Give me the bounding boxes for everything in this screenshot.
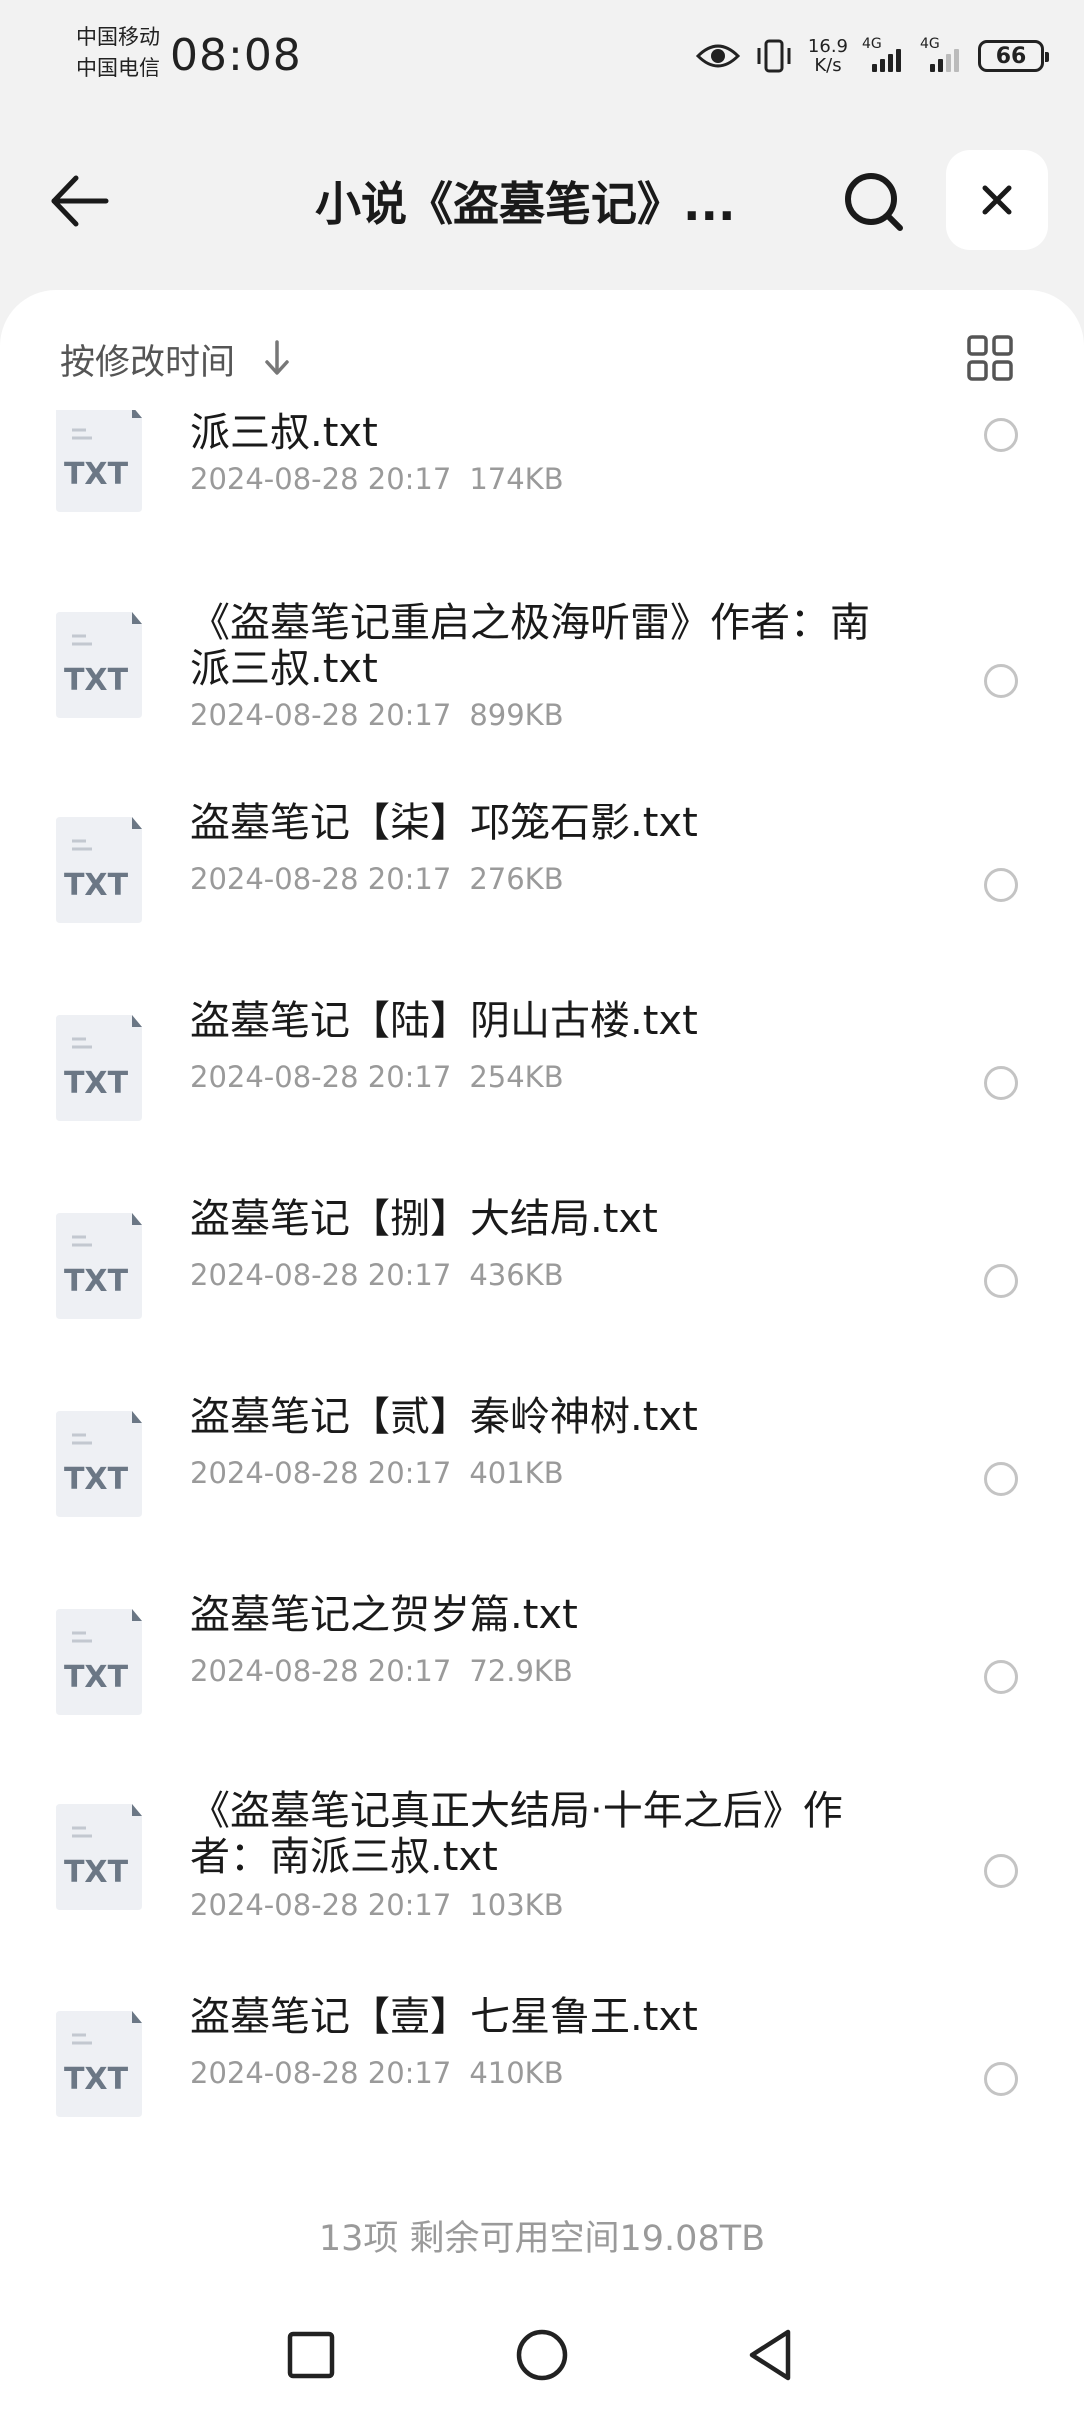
signal-sim1-icon: 4G [862,36,906,72]
carrier-2: 中国电信 [76,56,160,80]
carrier-1: 中国移动 [76,25,160,49]
back-nav-icon[interactable] [740,2324,802,2386]
txt-file-icon: TXT [52,410,144,514]
file-meta: 2024-08-28 20:17 899KB [190,698,564,732]
txt-file-icon: TXT [52,1211,144,1321]
file-date: 2024-08-28 20:17 [190,1654,452,1688]
file-date: 2024-08-28 20:17 [190,862,452,896]
file-meta: 2024-08-28 20:17 276KB [190,862,564,896]
recent-apps-icon[interactable] [280,2324,342,2386]
clock: 08:08 [170,30,302,81]
txt-file-icon: TXT [52,1607,144,1717]
file-name: 盗墓笔记【贰】秦岭神树.txt [190,1394,698,1440]
svg-text:TXT: TXT [64,1660,129,1695]
sort-option[interactable]: 按修改时间 [60,334,235,385]
file-name: 《盗墓笔记重启之极海听雷》作者：南派三叔.txt [190,600,870,692]
txt-file-icon: TXT [52,610,144,720]
file-meta: 2024-08-28 20:17 410KB [190,2056,564,2090]
file-date: 2024-08-28 20:17 [190,1456,452,1490]
file-meta: 2024-08-28 20:17 401KB [190,1456,564,1490]
vibrate-icon [757,39,791,73]
header: 小说《盗墓笔记》... [0,140,1084,260]
select-radio[interactable] [984,1264,1018,1298]
file-size: 174KB [469,462,564,496]
file-meta: 2024-08-28 20:17 254KB [190,1060,564,1094]
network-speed-unit: K/s [814,55,842,76]
close-icon [982,185,1012,215]
file-meta: 2024-08-28 20:17 103KB [190,1888,564,1922]
sort-bar: 按修改时间 [0,290,1084,420]
select-radio[interactable] [984,1066,1018,1100]
sim2-network-type: 4G [920,36,940,52]
battery-level: 66 [995,43,1027,69]
network-speed-value: 16.9 [807,36,848,57]
file-size: 401KB [469,1456,564,1490]
file-date: 2024-08-28 20:17 [190,1258,452,1292]
back-button[interactable] [44,166,114,236]
svg-text:TXT: TXT [64,1264,129,1299]
svg-text:TXT: TXT [64,1855,129,1890]
file-name: 盗墓笔记【柒】邛笼石影.txt [190,800,698,846]
search-icon [845,173,903,231]
page-title: 小说《盗墓笔记》... [315,177,736,231]
txt-file-icon: TXT [52,1013,144,1123]
file-meta: 2024-08-28 20:17 174KB [190,462,564,496]
txt-file-icon: TXT [52,815,144,925]
file-list-card: 按修改时间 TXT 派三叔.txt 2024-08-28 20:17 174KB TXT… [0,290,1084,2412]
signal-sim2-icon: 4G [920,36,964,72]
battery-icon: 66 [978,40,1049,72]
storage-summary: 13项 剩余可用空间19.08TB [318,2219,766,2259]
close-button[interactable] [946,150,1048,250]
sim1-network-type: 4G [862,36,882,52]
file-name: 盗墓笔记之贺岁篇.txt [190,1592,578,1638]
file-size: 276KB [469,862,564,896]
select-radio[interactable] [984,1660,1018,1694]
carrier-info: 中国移动 中国电信 [76,22,160,84]
file-size: 899KB [469,698,564,732]
file-meta: 2024-08-28 20:17 436KB [190,1258,564,1292]
grid-view-icon[interactable] [966,334,1014,382]
eye-icon [695,44,740,68]
txt-file-icon: TXT [52,1802,144,1912]
select-radio[interactable] [984,1462,1018,1496]
arrow-left-icon [51,175,109,227]
select-radio[interactable] [984,1854,1018,1888]
svg-text:TXT: TXT [64,1462,129,1497]
status-bar: 中国移动 中国电信 08:08 16.9 K/s 4G 4G 66 [0,0,1084,115]
file-date: 2024-08-28 20:17 [190,1888,452,1922]
file-date: 2024-08-28 20:17 [190,698,452,732]
file-size: 254KB [469,1060,564,1094]
search-button[interactable] [838,166,908,236]
svg-text:TXT: TXT [64,868,129,903]
file-meta: 2024-08-28 20:17 72.9KB [190,1654,573,1688]
file-name: 盗墓笔记【捌】大结局.txt [190,1196,658,1242]
file-name: 派三叔.txt [190,410,378,456]
select-radio[interactable] [984,2062,1018,2096]
txt-file-icon: TXT [52,2009,144,2119]
file-list: TXT 派三叔.txt 2024-08-28 20:17 174KB TXT 《盗墓笔记重… [0,410,1084,2310]
file-date: 2024-08-28 20:17 [190,2056,452,2090]
file-name: 盗墓笔记【壹】七星鲁王.txt [190,1994,698,2040]
file-size: 410KB [469,2056,564,2090]
network-speed: 16.9 K/s [808,37,848,75]
file-size: 103KB [469,1888,564,1922]
file-size: 72.9KB [469,1654,573,1688]
svg-text:TXT: TXT [64,2062,129,2097]
file-size: 436KB [469,1258,564,1292]
select-radio[interactable] [984,664,1018,698]
home-icon[interactable] [511,2324,573,2386]
select-radio[interactable] [984,418,1018,452]
system-navigation-bar [0,2300,1084,2412]
arrow-down-icon[interactable] [262,338,292,378]
file-date: 2024-08-28 20:17 [190,1060,452,1094]
file-name: 《盗墓笔记真正大结局·十年之后》作者：南派三叔.txt [190,1788,843,1880]
svg-text:TXT: TXT [64,457,129,492]
status-icons: 16.9 K/s 4G 4G 66 [695,30,1049,82]
file-date: 2024-08-28 20:17 [190,462,452,496]
select-radio[interactable] [984,868,1018,902]
svg-text:TXT: TXT [64,663,129,698]
file-name: 盗墓笔记【陆】阴山古楼.txt [190,998,698,1044]
svg-text:TXT: TXT [64,1066,129,1101]
txt-file-icon: TXT [52,1409,144,1519]
